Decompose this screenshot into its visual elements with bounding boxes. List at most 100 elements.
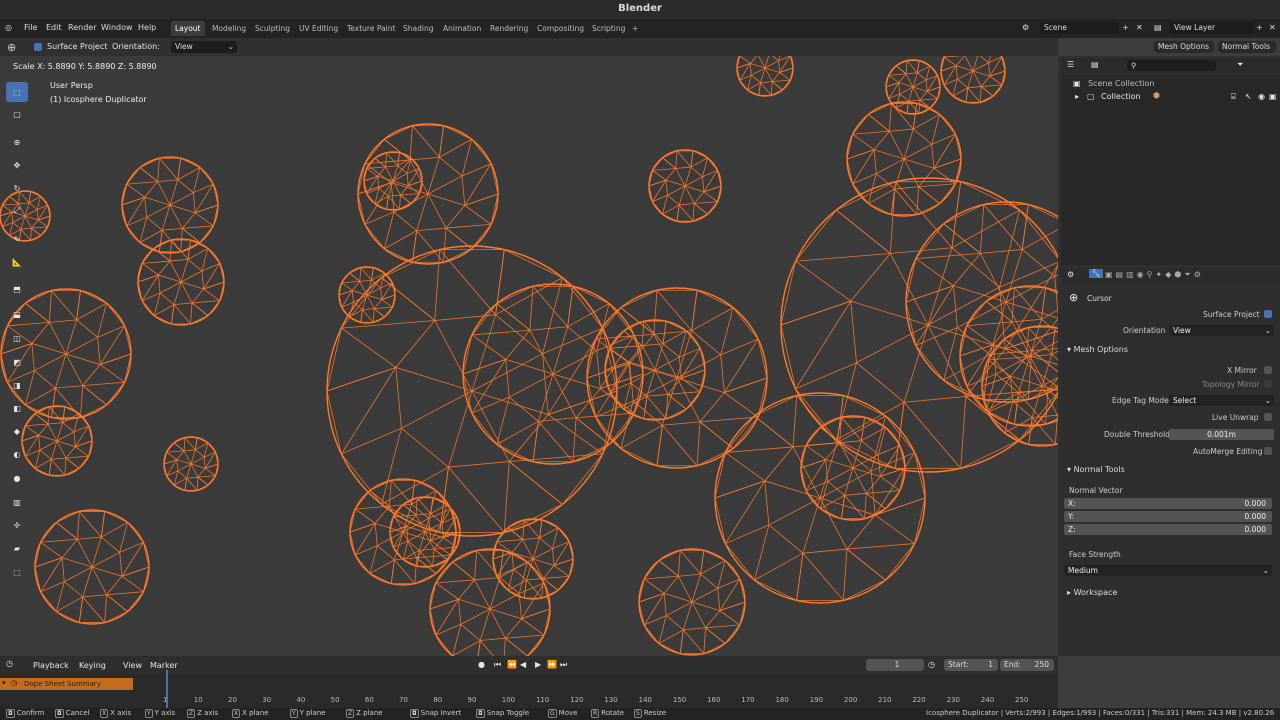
channel-row[interactable]: ▾ ◷ Dope Sheet Summary — [0, 678, 133, 690]
normal-z-field[interactable]: Z: 0.000 — [1064, 524, 1272, 535]
view-menu[interactable]: View — [123, 661, 142, 670]
tab-compositing[interactable]: Compositing — [533, 21, 588, 36]
orientation-dropdown[interactable]: View ⌄ — [171, 41, 237, 53]
loop-cut-tool[interactable]: ◨ — [6, 375, 28, 395]
tab-layout[interactable]: Layout — [171, 21, 205, 36]
tab-animation[interactable]: Animation — [439, 21, 485, 36]
icosphere-wireframe[interactable] — [492, 518, 574, 600]
scale-tool[interactable]: ⤢ — [6, 201, 28, 221]
surface-project-checkbox[interactable] — [1264, 310, 1272, 318]
frame-ruler[interactable]: 1102030405060708090100110120130140150160… — [133, 694, 1058, 708]
rotate-tool[interactable]: ↻ — [6, 178, 28, 198]
live-unwrap-checkbox[interactable] — [1264, 413, 1272, 421]
play-reverse-icon[interactable]: ◀ — [520, 660, 526, 669]
menu-render[interactable]: Render — [68, 23, 96, 32]
select-tool[interactable]: ▢ — [6, 104, 28, 124]
icosphere-wireframes[interactable] — [0, 56, 1058, 656]
scene-selector[interactable]: Scene — [1040, 22, 1119, 34]
mesh-options-header[interactable]: ▾ Mesh Options — [1067, 345, 1128, 354]
topology-mirror-checkbox[interactable] — [1264, 380, 1272, 388]
icosphere-wireframe[interactable] — [885, 59, 941, 115]
tab-sculpting[interactable]: Sculpting — [251, 21, 294, 36]
icosphere-wireframe[interactable] — [326, 245, 618, 537]
smooth-tool[interactable]: ● — [6, 468, 28, 488]
visibility-eye-icon[interactable]: ◉ — [1258, 92, 1265, 101]
extrude-tool[interactable]: ⬓ — [6, 304, 28, 324]
normal-y-field[interactable]: Y: 0.000 — [1064, 511, 1272, 522]
mesh-options-dropdown[interactable]: Mesh Options — [1154, 41, 1214, 53]
tool-tab-icon[interactable]: 🔧 — [1089, 269, 1103, 278]
normal-x-field[interactable]: X: 0.000 — [1064, 498, 1272, 509]
icosphere-wireframe[interactable] — [648, 149, 722, 223]
bevel-tool[interactable]: ◩ — [6, 352, 28, 372]
normal-tools-dropdown[interactable]: Normal Tools — [1218, 41, 1276, 53]
clock-icon[interactable]: ◷ — [928, 660, 935, 669]
current-frame-field[interactable]: 1 — [866, 659, 924, 671]
knife-tool[interactable]: ◧ — [6, 398, 28, 418]
end-frame-field[interactable]: End: 250 — [1000, 659, 1054, 671]
measure-tool[interactable]: 📐 — [6, 252, 28, 272]
icosphere-wireframe[interactable] — [800, 415, 906, 521]
icosphere-wireframe[interactable] — [363, 151, 423, 211]
tab-modeling[interactable]: Modeling — [208, 21, 250, 36]
add-view-layer-icon[interactable]: + — [1256, 23, 1263, 32]
icosphere-wireframe[interactable] — [121, 156, 219, 254]
display-mode-icon[interactable]: ▤ — [1091, 60, 1099, 69]
add-workspace-button[interactable]: + — [628, 21, 642, 36]
play-icon[interactable]: ▶ — [535, 660, 541, 669]
inset-tool[interactable]: ◫ — [6, 328, 28, 348]
move-tool[interactable]: ✥ — [6, 155, 28, 175]
playback-menu[interactable]: Playback — [33, 661, 69, 670]
tab-rendering[interactable]: Rendering — [486, 21, 532, 36]
edge-slide-tool[interactable]: ▥ — [6, 492, 28, 512]
blender-logo-icon[interactable]: ◎ — [5, 23, 12, 32]
add-scene-icon[interactable]: + — [1122, 23, 1129, 32]
menu-help[interactable]: Help — [138, 23, 156, 32]
menu-edit[interactable]: Edit — [46, 23, 62, 32]
surface-project-checkbox[interactable] — [34, 43, 42, 51]
playhead[interactable] — [166, 670, 168, 708]
icosphere-wireframe[interactable] — [638, 548, 746, 656]
render-camera-icon[interactable]: ▣ — [1269, 92, 1277, 101]
select-box-tool[interactable]: ⬚ — [6, 82, 28, 102]
remove-view-layer-icon[interactable]: ✕ — [1269, 23, 1276, 32]
tab-uv-editing[interactable]: UV Editing — [295, 21, 342, 36]
next-keyframe-icon[interactable]: ⏩ — [547, 660, 557, 669]
remove-scene-icon[interactable]: ✕ — [1136, 23, 1143, 32]
menu-file[interactable]: File — [24, 23, 37, 32]
filter-icon[interactable]: ⏷ — [1237, 60, 1243, 70]
annotate-tool[interactable]: ✎ — [6, 229, 28, 249]
shear-tool[interactable]: ▰ — [6, 538, 28, 558]
properties-editor-icon[interactable]: ⚙ — [1067, 270, 1074, 279]
view-layer-icon[interactable]: ▤ — [1154, 23, 1162, 32]
scene-icon[interactable]: ⚙ — [1022, 23, 1029, 32]
exclude-checkbox-icon[interactable]: ⌸ — [1231, 92, 1236, 102]
tab-texture-paint[interactable]: Texture Paint — [343, 21, 399, 36]
icosphere-wireframe[interactable] — [163, 436, 219, 492]
timeline-editor-icon[interactable]: ◷ — [6, 659, 13, 668]
marker-menu[interactable]: Marker — [150, 661, 178, 670]
tab-shading[interactable]: Shading — [399, 21, 437, 36]
jump-start-icon[interactable]: ⏮ — [494, 660, 501, 670]
poly-build-tool[interactable]: ◆ — [6, 421, 28, 441]
shrink-fatten-tool[interactable]: ✢ — [6, 515, 28, 535]
workspace-header[interactable]: ▸ Workspace — [1067, 588, 1117, 597]
normal-tools-header[interactable]: ▾ Normal Tools — [1067, 465, 1125, 474]
icosphere-wireframe[interactable] — [21, 405, 93, 477]
view-layer-selector[interactable]: View Layer — [1170, 22, 1254, 34]
cursor-tool[interactable]: ⊕ — [6, 132, 28, 152]
outliner-search-input[interactable]: ⚲ — [1127, 60, 1216, 71]
icosphere-wireframe[interactable] — [780, 177, 1058, 473]
orientation-dropdown[interactable]: View ⌄ — [1169, 325, 1274, 336]
start-frame-field[interactable]: Start: 1 — [944, 659, 998, 671]
icosphere-wireframe[interactable] — [846, 101, 962, 217]
add-cube-tool[interactable]: ⬒ — [6, 279, 28, 299]
properties-tabs[interactable]: ▣▤▥◉⚲✦◆⬢⏷⚙ — [1105, 270, 1204, 280]
icosphere-wireframe[interactable] — [357, 123, 499, 265]
jump-end-icon[interactable]: ⏭ — [560, 660, 567, 670]
edge-tag-mode-dropdown[interactable]: Select ⌄ — [1169, 395, 1274, 406]
menu-window[interactable]: Window — [101, 23, 133, 32]
rip-tool[interactable]: ⬚ — [6, 562, 28, 582]
double-threshold-field[interactable]: 0.001m — [1169, 429, 1274, 440]
keying-menu[interactable]: Keying — [79, 661, 106, 670]
